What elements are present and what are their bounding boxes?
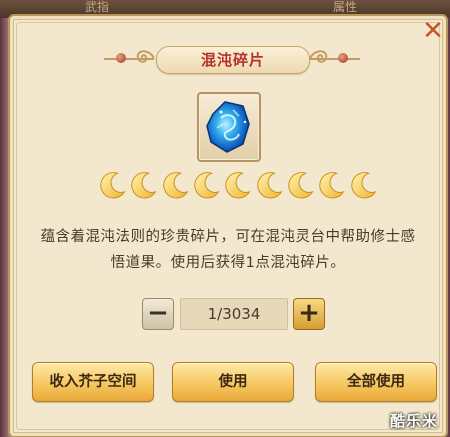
site-watermark: 酷乐米 (389, 412, 438, 430)
crescent-moon-icon (350, 172, 377, 199)
cloud-swirl-icon (136, 50, 155, 63)
chaos-fragment-icon (206, 101, 250, 153)
crescent-moon-icon (288, 172, 314, 199)
crescent-moon-icon (319, 172, 345, 199)
crescent-moon-icon (100, 172, 126, 199)
close-button[interactable]: ✕ (420, 18, 446, 44)
dialog-title: 混沌碎片 (156, 46, 310, 74)
title-decor-knob (338, 53, 348, 63)
crescent-moon-icon (256, 172, 283, 199)
crescent-moon-icon (163, 172, 189, 199)
item-icon-slot[interactable] (197, 92, 261, 162)
use-all-button[interactable]: 全部使用 (315, 362, 437, 402)
minus-icon: − (147, 298, 169, 328)
plus-icon: + (298, 298, 320, 328)
increase-quantity-button[interactable]: + (293, 298, 325, 330)
quantity-field[interactable]: 1/3034 (180, 298, 288, 330)
crescent-moon-icon (225, 172, 251, 199)
decrease-quantity-button[interactable]: − (142, 298, 174, 330)
crescent-moon-icon (131, 172, 157, 199)
dialog-title-banner: 混沌碎片 (104, 44, 360, 74)
title-decor-knob (116, 53, 126, 63)
cloud-swirl-icon (309, 50, 328, 63)
item-description: 蕴含着混沌法则的珍贵碎片，可在混沌灵台中帮助修士感悟道果。使用后获得1点混沌碎片… (40, 229, 416, 271)
crescent-moon-icon (194, 172, 220, 199)
close-icon: ✕ (422, 16, 444, 46)
store-in-space-button[interactable]: 收入芥子空间 (32, 362, 154, 402)
use-button[interactable]: 使用 (172, 362, 294, 402)
moon-rating (98, 170, 378, 200)
